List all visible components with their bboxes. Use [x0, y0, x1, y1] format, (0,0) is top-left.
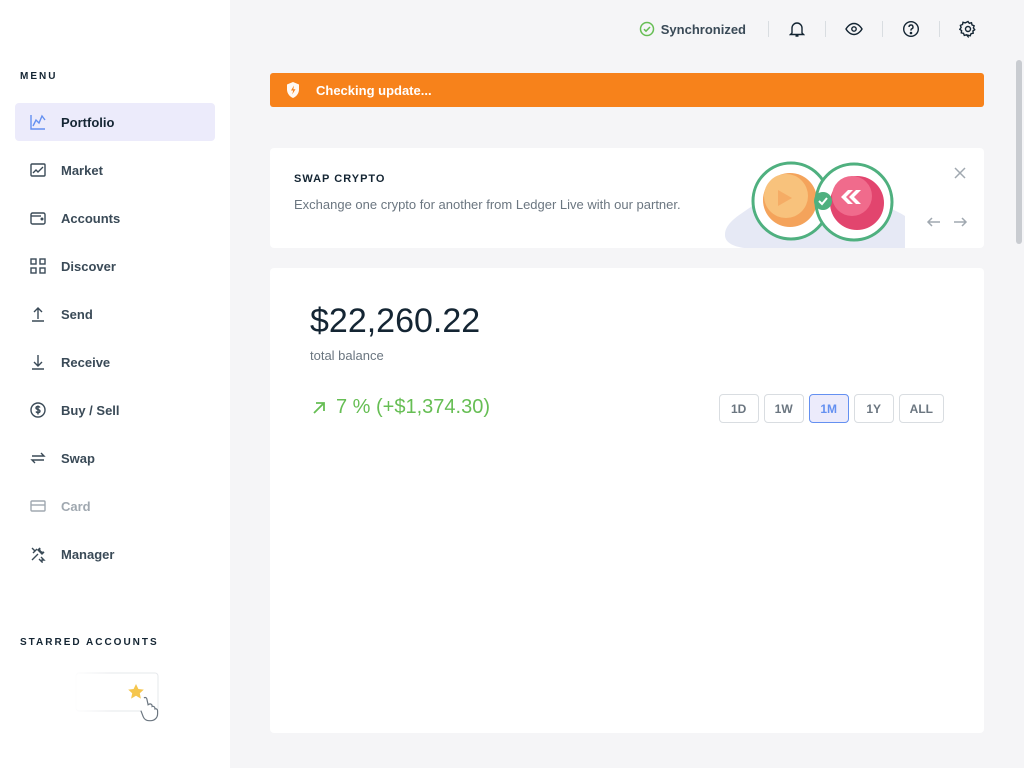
range-all-button[interactable]: ALL — [898, 394, 944, 423]
arrow-right-icon — [954, 217, 968, 227]
divider — [768, 21, 769, 37]
bell-icon — [789, 22, 805, 37]
swap-arrows-icon — [29, 449, 47, 467]
sidebar-item-discover[interactable]: Discover — [15, 247, 215, 285]
total-balance-label: total balance — [310, 348, 384, 363]
range-1m-button[interactable]: 1M — [808, 394, 849, 423]
update-banner: Checking update... — [270, 73, 984, 107]
sidebar-item-market[interactable]: Market — [15, 151, 215, 189]
time-range-selector: 1D 1W 1M 1Y ALL — [718, 394, 944, 423]
chart-line-icon — [29, 113, 47, 131]
swap-promo-close-button[interactable] — [952, 165, 968, 181]
page-scrollbar[interactable] — [1016, 60, 1022, 244]
sidebar-nav: Portfolio Market Accounts Discover Send — [15, 103, 215, 583]
balance-change: 7 % (+$1,374.30) — [312, 396, 490, 419]
sidebar-item-buy-sell[interactable]: Buy / Sell — [15, 391, 215, 429]
eye-icon — [845, 22, 863, 36]
shield-update-icon — [270, 82, 316, 98]
divider — [825, 21, 826, 37]
market-chart-icon — [29, 161, 47, 179]
sidebar-item-portfolio[interactable]: Portfolio — [15, 103, 215, 141]
range-1d-button[interactable]: 1D — [718, 394, 759, 423]
sidebar-item-label: Card — [61, 498, 91, 514]
previous-slide-button[interactable] — [926, 214, 942, 230]
tools-icon — [29, 545, 47, 563]
settings-button[interactable] — [952, 14, 984, 44]
check-circle-icon — [639, 21, 654, 37]
total-balance-amount: $22,260.22 — [310, 302, 481, 340]
top-bar: Synchronized — [639, 14, 984, 44]
sidebar-item-send[interactable]: Send — [15, 295, 215, 333]
sidebar-item-label: Buy / Sell — [61, 402, 120, 418]
arrow-up-right-icon — [313, 401, 325, 414]
swap-promo-card: SWAP CRYPTO Exchange one crypto for anot… — [270, 148, 984, 248]
close-icon — [954, 167, 966, 179]
menu-title: MENU — [20, 71, 58, 82]
update-banner-text: Checking update... — [316, 82, 432, 98]
starred-empty-illustration — [72, 672, 159, 722]
help-circle-icon — [902, 20, 920, 38]
divider — [882, 21, 883, 37]
discreet-mode-button[interactable] — [838, 14, 870, 44]
swap-promo-title: SWAP CRYPTO — [294, 173, 386, 185]
sidebar-item-label: Swap — [61, 450, 95, 466]
portfolio-balance-card: $22,260.22 total balance 7 % (+$1,374.30… — [270, 268, 984, 733]
sidebar-item-manager[interactable]: Manager — [15, 535, 215, 573]
swap-coins-illustration — [724, 161, 905, 248]
gear-icon — [959, 20, 976, 38]
grid-icon — [29, 257, 47, 275]
range-1y-button[interactable]: 1Y — [853, 394, 894, 423]
range-1w-button[interactable]: 1W — [763, 394, 804, 423]
sidebar-item-label: Receive — [61, 354, 111, 370]
divider — [939, 21, 940, 37]
arrow-left-icon — [926, 217, 940, 227]
wallet-icon — [29, 209, 47, 227]
sidebar-item-label: Send — [61, 306, 93, 322]
starred-accounts-title: STARRED ACCOUNTS — [20, 637, 159, 648]
sidebar-item-label: Discover — [61, 258, 116, 274]
sidebar-item-label: Market — [61, 162, 103, 178]
sidebar-item-card[interactable]: Card — [15, 487, 215, 525]
arrow-down-icon — [29, 353, 47, 371]
arrow-up-icon — [29, 305, 47, 323]
sync-label: Synchronized — [660, 21, 746, 37]
notifications-button[interactable] — [781, 14, 813, 44]
sidebar-item-label: Manager — [61, 546, 115, 562]
help-button[interactable] — [895, 14, 927, 44]
sidebar-item-label: Portfolio — [61, 114, 115, 130]
sidebar: MENU Portfolio Market Accounts Discover — [0, 0, 230, 768]
balance-change-value: 7 % (+$1,374.30) — [336, 396, 490, 418]
sidebar-item-label: Accounts — [61, 210, 121, 226]
sidebar-item-swap[interactable]: Swap — [15, 439, 215, 477]
sidebar-item-receive[interactable]: Receive — [15, 343, 215, 381]
sync-status[interactable]: Synchronized — [639, 21, 746, 37]
swap-promo-description: Exchange one crypto for another from Led… — [294, 197, 681, 212]
card-icon — [29, 497, 47, 515]
next-slide-button[interactable] — [952, 214, 968, 230]
swap-promo-carousel-controls — [926, 214, 968, 230]
sidebar-item-accounts[interactable]: Accounts — [15, 199, 215, 237]
dollar-circle-icon — [29, 401, 47, 419]
